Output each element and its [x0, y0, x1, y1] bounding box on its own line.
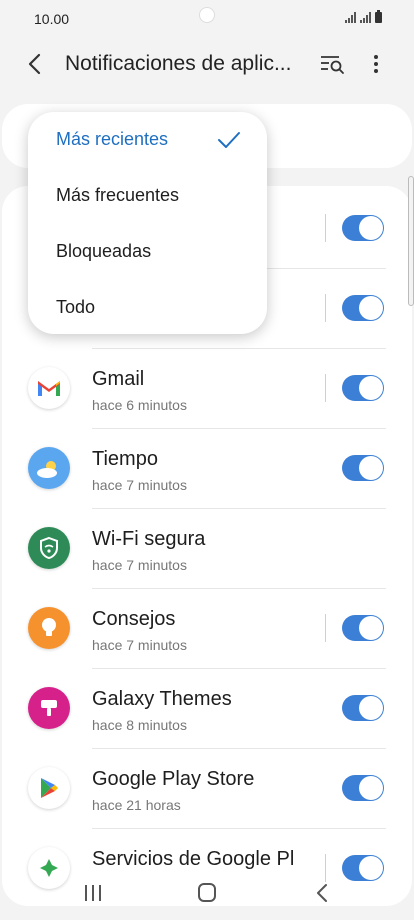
scroll-indicator[interactable]	[408, 176, 414, 306]
signal-icon-2	[360, 12, 371, 23]
notification-toggle[interactable]	[342, 295, 384, 321]
toggle-knob	[359, 696, 383, 720]
menu-item-mas-recientes[interactable]: Más recientes	[28, 112, 267, 168]
menu-item-todo[interactable]: Todo	[28, 280, 267, 336]
notification-toggle[interactable]	[342, 215, 384, 241]
toggle-knob	[359, 776, 383, 800]
menu-item-label: Más frecuentes	[56, 185, 180, 205]
app-name: Google Play Store	[92, 768, 255, 790]
signal-icon	[345, 12, 356, 23]
app-name: Galaxy Themes	[92, 688, 232, 710]
row-separator	[325, 294, 326, 322]
app-name: Consejos	[92, 608, 176, 630]
app-name: Tiempo	[92, 448, 158, 470]
notification-toggle[interactable]	[342, 375, 384, 401]
back-icon	[317, 884, 327, 902]
home-button[interactable]	[192, 880, 222, 906]
recent-apps-button[interactable]	[78, 880, 108, 906]
menu-item-label: Más recientes	[56, 129, 169, 149]
back-nav-button[interactable]	[308, 880, 338, 906]
menu-item-mas-frecuentes[interactable]: Más frecuentes	[28, 168, 267, 224]
toggle-knob	[359, 456, 383, 480]
back-button[interactable]	[22, 50, 50, 78]
menu-item-bloqueadas[interactable]: Bloqueadas	[28, 224, 267, 280]
list-item-galaxy-themes[interactable]: Galaxy Themes hace 8 minutos	[2, 668, 412, 748]
more-vert-icon	[374, 55, 378, 73]
status-bar: 10.00	[0, 0, 414, 40]
app-name: Gmail	[92, 368, 145, 390]
camera-cutout	[199, 7, 215, 23]
row-separator	[325, 374, 326, 402]
toggle-knob	[359, 216, 383, 240]
app-name: Wi-Fi segura	[92, 528, 206, 550]
list-item-gmail[interactable]: Gmail hace 6 minutos	[2, 348, 412, 428]
toggle-knob	[359, 376, 383, 400]
menu-item-label: Todo	[56, 297, 96, 317]
app-last-notified: hace 7 minutos	[92, 557, 187, 573]
home-icon	[198, 883, 216, 902]
row-separator	[325, 214, 326, 242]
more-options-button[interactable]	[364, 50, 388, 78]
app-last-notified: hace 21 horas	[92, 797, 181, 813]
notification-toggle[interactable]	[342, 695, 384, 721]
system-nav-bar	[0, 868, 414, 920]
weather-icon	[28, 447, 70, 489]
app-last-notified: hace 8 minutos	[92, 717, 187, 733]
gmail-icon	[28, 367, 70, 409]
search-filter-button[interactable]	[318, 50, 346, 78]
secure-wifi-icon	[28, 527, 70, 569]
toggle-knob	[359, 296, 383, 320]
list-item-wifi-segura[interactable]: Wi-Fi segura hace 7 minutos	[2, 508, 412, 588]
list-item-consejos[interactable]: Consejos hace 7 minutos	[2, 588, 412, 668]
recent-apps-icon	[85, 885, 101, 901]
app-bar: Notificaciones de aplic...	[0, 40, 414, 88]
status-icons	[345, 10, 382, 23]
toggle-knob	[359, 616, 383, 640]
play-store-icon	[28, 767, 70, 809]
app-last-notified: hace 7 minutos	[92, 637, 187, 653]
themes-icon	[28, 687, 70, 729]
page-title: Notificaciones de aplic...	[65, 52, 292, 75]
notification-toggle[interactable]	[342, 775, 384, 801]
list-item-tiempo[interactable]: Tiempo hace 7 minutos	[2, 428, 412, 508]
app-last-notified: hace 7 minutos	[92, 477, 187, 493]
battery-icon	[375, 10, 382, 23]
list-item-google-play-store[interactable]: Google Play Store hace 21 horas	[2, 748, 412, 828]
app-last-notified: hace 6 minutos	[92, 397, 187, 413]
tips-icon	[28, 607, 70, 649]
status-time: 10.00	[34, 11, 70, 27]
notification-toggle[interactable]	[342, 615, 384, 641]
back-arrow-icon	[28, 53, 41, 75]
notification-toggle[interactable]	[342, 455, 384, 481]
row-separator	[325, 614, 326, 642]
checkmark-icon	[218, 132, 240, 148]
filter-search-icon	[321, 56, 344, 74]
sort-dropdown-menu: Más recientes Más frecuentes Bloqueadas …	[28, 112, 267, 334]
menu-item-label: Bloqueadas	[56, 241, 152, 261]
